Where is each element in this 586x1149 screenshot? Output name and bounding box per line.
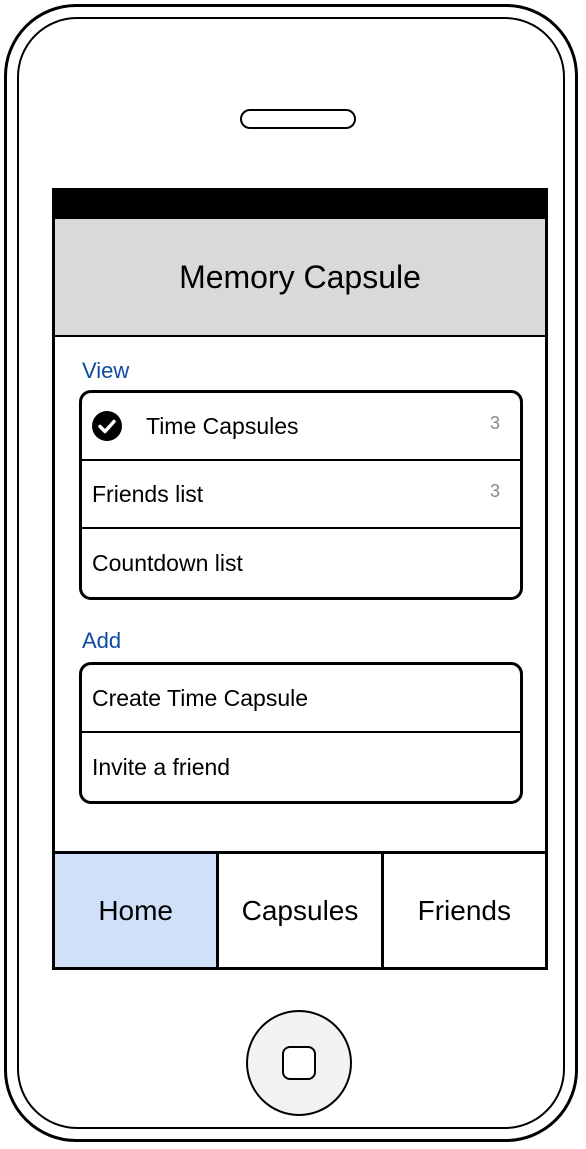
count-badge: 3 xyxy=(489,413,500,433)
check-circle-icon xyxy=(92,411,122,441)
count-badge: 3 xyxy=(489,481,500,501)
add-list: Create Time Capsule Invite a friend xyxy=(79,662,523,804)
view-list: Time Capsules 3 Friends list 3 Countdown… xyxy=(79,390,523,600)
list-item-label: Countdown list xyxy=(92,549,243,576)
view-section-label: View xyxy=(82,358,130,383)
page-title: Memory Capsule xyxy=(179,258,421,295)
phone-screen: Memory Capsule View Time Capsules 3 Frie… xyxy=(52,188,548,970)
list-item-label: Create Time Capsule xyxy=(92,684,309,711)
nav-bar: Memory Capsule xyxy=(55,219,545,337)
list-item-create-time-capsule[interactable]: Create Time Capsule xyxy=(82,665,520,733)
tab-capsules[interactable]: Capsules xyxy=(219,854,384,967)
list-item-countdown-list[interactable]: Countdown list xyxy=(82,529,520,597)
list-item-label: Invite a friend xyxy=(92,753,231,780)
status-bar xyxy=(55,191,545,219)
add-section-label: Add xyxy=(82,628,122,653)
speaker-slot xyxy=(240,109,356,129)
tab-home[interactable]: Home xyxy=(55,854,220,967)
list-item-label: Time Capsules xyxy=(146,412,299,439)
tab-friends[interactable]: Friends xyxy=(383,854,545,967)
list-item-invite-friend[interactable]: Invite a friend xyxy=(82,733,520,801)
list-item-friends-list[interactable]: Friends list 3 xyxy=(82,461,520,529)
list-item-time-capsules[interactable]: Time Capsules 3 xyxy=(82,393,520,461)
home-square-icon xyxy=(282,1046,316,1080)
home-button-icon[interactable] xyxy=(246,1010,352,1116)
list-item-label: Friends list xyxy=(92,480,204,507)
tab-bar: Home Capsules Friends xyxy=(55,851,545,967)
